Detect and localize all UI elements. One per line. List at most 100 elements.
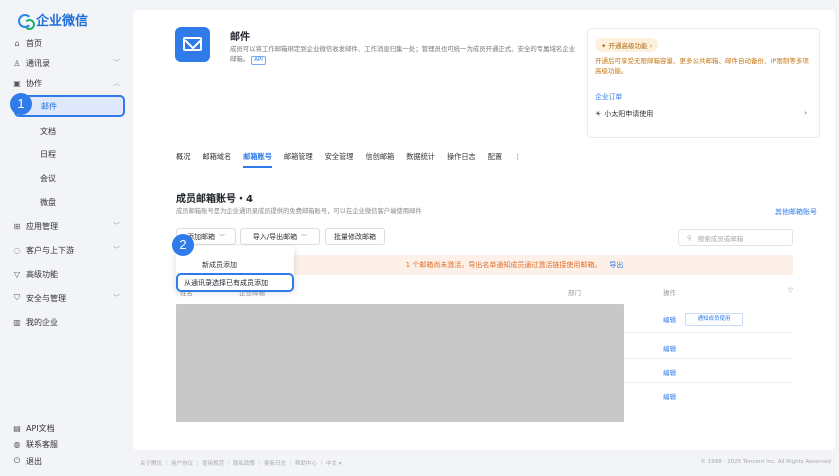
sidebar-item-label: 安全与管理 [26,293,66,303]
sidebar-item-label: 首页 [26,38,42,48]
row-divider [624,358,793,359]
tab-accounts[interactable]: 邮箱账号 [243,152,272,168]
sidebar-item-label: 客户与上下游 [26,245,74,255]
chevron-down-icon: ﹀ [113,222,120,230]
promo-tag[interactable]: ✦ 开通高级功能 › [595,38,659,52]
edit-button[interactable]: 编辑 [663,391,676,401]
dropdown-from-contacts[interactable]: 从通讯录选择已有成员添加 [176,273,294,292]
advanced-icon: ▽ [13,269,21,279]
chevron-down-icon: ﹀ [113,294,120,302]
section-description: 成员邮箱账号是为企业通讯录成员提供的免费邮箱账号，可以在企业微信客户端使用邮件 [176,208,422,215]
sidebar-item-label: 我的企业 [26,317,58,327]
sidebar-subitem-label: 邮件 [41,101,57,111]
step-badge-1: 1 [10,93,32,115]
search-input[interactable]: ⚲ 搜索成员或邮箱 [678,229,793,246]
filter-icon[interactable]: ▽ [788,286,793,294]
column-department: 部门 [568,289,581,297]
wecom-logo-icon [18,13,35,30]
sidebar-item-label: 应用管理 [26,221,58,231]
sidebar-item-logout[interactable]: ⏻ 退出 [0,451,133,471]
sidebar-item-contacts[interactable]: ♙ 通讯录 ﹀ [0,53,133,73]
sidebar-item-apps[interactable]: ⊞ 应用管理 ﹀ [0,216,133,236]
search-placeholder: 搜索成员或邮箱 [697,234,744,243]
tab-bar: 概况 邮箱域名 邮箱账号 邮箱管理 安全管理 信创邮箱 数据统计 操作日志 配置… [176,152,533,168]
envelope-icon [183,37,202,51]
chevron-down-icon: ﹀ [113,246,120,254]
sidebar-subitem-docs[interactable]: 文档 [0,121,133,141]
sidebar-item-security[interactable]: ⛉ 安全与管理 ﹀ [0,288,133,308]
enterprise-orders-link[interactable]: 企业订单 [595,91,622,101]
sidebar-item-label: 协作 [26,78,42,88]
chevron-down-icon: ﹀ [113,59,120,67]
more-icon[interactable]: ⋮ [514,152,521,162]
company-icon: ▥ [13,317,21,327]
tab-logs[interactable]: 操作日志 [447,152,476,162]
tab-mailbox-mgmt[interactable]: 邮箱管理 [284,152,313,162]
apps-icon: ⊞ [13,221,21,231]
batch-edit-label: 批量修改邮箱 [334,232,376,241]
sidebar-item-home[interactable]: ⌂ 首页 [0,33,133,53]
tab-security[interactable]: 安全管理 [325,152,354,162]
sidebar-subitem-label: 微盘 [40,197,56,207]
logo[interactable]: 企业微信 [18,10,89,30]
promo-apply-item[interactable]: ☀ 小太阳申请使用 › [595,109,815,119]
tab-statistics[interactable]: 数据统计 [406,152,435,162]
app-description-text: 成员可以将工作邮箱绑定到企业微信收发邮件、工作消息归集一处；管理员也可统一为成员… [230,45,576,63]
edit-button[interactable]: 编辑 [663,343,676,353]
section-title: 成员邮箱账号・4 [176,194,253,205]
chevron-right-icon: › [804,109,807,117]
promo-description: 开通后可享受无限邮箱容量、更多公共邮箱、邮件自动备份、IP限制等多项高级功能。 [595,57,809,75]
tab-config[interactable]: 配置 [488,152,502,162]
import-export-button[interactable]: 导入/导出邮箱 ﹀ [240,228,320,245]
api-tag[interactable]: API [251,56,266,65]
mail-app-icon [175,27,210,62]
tab-overview[interactable]: 概况 [176,152,190,162]
row-divider [624,332,793,333]
edit-button[interactable]: 编辑 [663,367,676,377]
main-panel: 邮件 成员可以将工作邮箱绑定到企业微信收发邮件、工作消息归集一处；管理员也可统一… [133,10,835,450]
batch-edit-button[interactable]: 批量修改邮箱 [325,228,385,245]
sidebar-subitem-meeting[interactable]: 会议 [0,168,133,188]
sidebar-item-customers[interactable]: ◌ 客户与上下游 ﹀ [0,240,133,260]
notify-member-button[interactable]: 通知成员使用 [685,313,743,326]
promo-card: ✦ 开通高级功能 › 开通后可享受无限邮箱容量、更多公共邮箱、邮件自动备份、IP… [587,28,820,138]
dropdown-new-member[interactable]: 新成员添加 [202,260,237,270]
sidebar-item-label: 通讯录 [26,58,50,68]
sidebar-item-label: API文档 [26,423,55,433]
sidebar-item-label: 高级功能 [26,269,58,279]
sidebar-item-collab[interactable]: ▣ 协作 ︿ [0,73,133,93]
promo-item-label: 小太阳申请使用 [604,110,654,118]
promo-tag-label: 开通高级功能 [608,42,648,50]
add-mailbox-dropdown: 新成员添加 从通讯录选择已有成员添加 [176,246,294,292]
step-badge-2: 2 [172,234,194,256]
sidebar-subitem-label: 文档 [40,126,56,136]
logout-icon: ⏻ [13,456,21,465]
footer-copyright: © 1998 - 2025 Tencent Inc. All Rights Re… [700,459,831,465]
chevron-down-icon: ﹀ [218,234,225,241]
sidebar: 企业微信 ⌂ 首页 ♙ 通讯录 ﹀ ▣ 协作 ︿ 邮件 文档 日程 会议 微盘 … [0,0,133,476]
search-icon: ⚲ [687,233,692,242]
sidebar-item-company[interactable]: ▥ 我的企业 [0,312,133,332]
app-description: 成员可以将工作邮箱绑定到企业微信收发邮件、工作消息归集一处；管理员也可统一为成员… [230,44,580,65]
collab-icon: ▣ [13,78,21,88]
sidebar-item-advanced[interactable]: ▽ 高级功能 [0,264,133,284]
brand-name: 企业微信 [36,14,89,29]
sidebar-subitem-calendar[interactable]: 日程 [0,144,133,164]
doc-icon: ▤ [13,423,21,433]
customer-icon: ◌ [13,245,21,255]
chevron-up-icon: ︿ [113,79,120,87]
sidebar-subitem-drive[interactable]: 微盘 [0,192,133,212]
alert-text: 1 个邮箱尚未激活，导出名单通知成员通过激活链接使用邮箱。 [405,261,602,269]
import-export-label: 导入/导出邮箱 [252,232,298,241]
footer-links[interactable]: 关于腾讯 ｜ 用户协议 ｜ 使用规范 ｜ 隐私政策 ｜ 更新日志 ｜ 帮助中心 … [140,459,342,467]
tab-domains[interactable]: 邮箱域名 [202,152,231,162]
sidebar-subitem-label: 日程 [40,149,56,159]
edit-button[interactable]: 编辑 [663,314,676,324]
export-link[interactable]: 导出 [609,260,623,270]
page-title: 邮件 [230,32,250,43]
tab-xinchuang[interactable]: 信创邮箱 [365,152,394,162]
sidebar-item-label: 退出 [26,456,42,466]
sidebar-item-label: 联系客服 [26,439,58,449]
other-accounts-link[interactable]: 其他邮箱账号 [775,207,817,217]
sidebar-subitem-label: 会议 [40,173,56,183]
